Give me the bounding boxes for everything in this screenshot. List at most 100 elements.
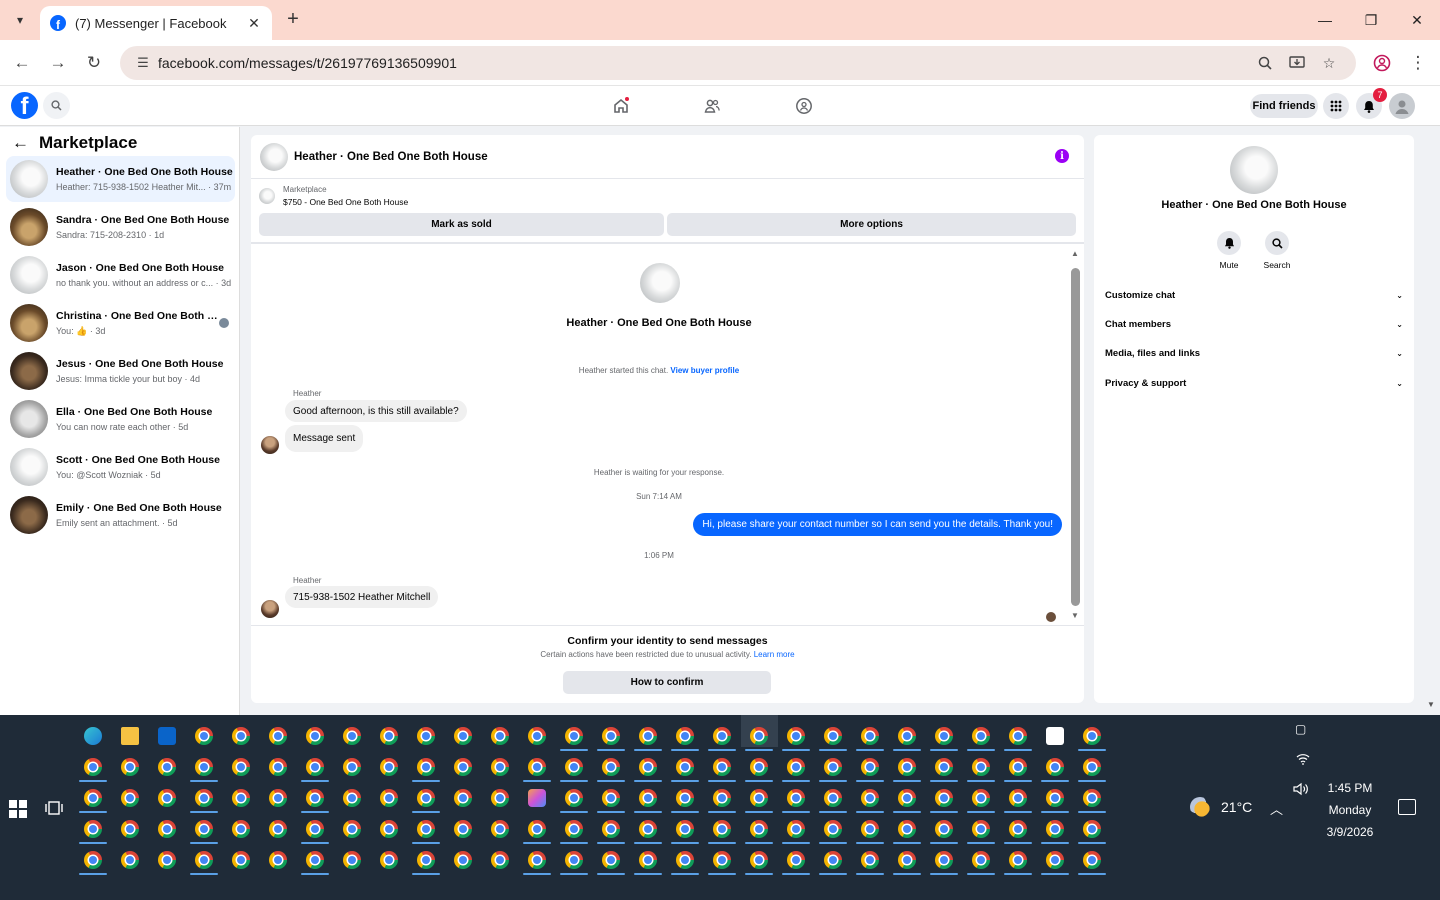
- chrome-icon[interactable]: [639, 851, 657, 869]
- chrome-icon[interactable]: [380, 727, 398, 745]
- chrome-icon[interactable]: [417, 727, 435, 745]
- chrome-icon[interactable]: [491, 789, 509, 807]
- task-view-icon[interactable]: [45, 800, 63, 816]
- chrome-icon[interactable]: [972, 820, 990, 838]
- weather-widget[interactable]: 21°C: [1190, 797, 1252, 817]
- chrome-icon[interactable]: [528, 820, 546, 838]
- site-settings-icon[interactable]: ☰: [134, 54, 152, 72]
- chrome-icon[interactable]: [121, 758, 139, 776]
- chrome-icon[interactable]: [602, 727, 620, 745]
- chrome-icon[interactable]: [84, 789, 102, 807]
- chrome-icon[interactable]: [121, 789, 139, 807]
- chrome-icon[interactable]: [1046, 851, 1064, 869]
- reload-icon[interactable]: ↻: [82, 51, 106, 75]
- chrome-icon[interactable]: [306, 789, 324, 807]
- chrome-icon[interactable]: [787, 727, 805, 745]
- friends-icon[interactable]: [701, 95, 723, 117]
- chrome-icon[interactable]: [121, 851, 139, 869]
- chrome-icon[interactable]: [1009, 727, 1027, 745]
- conversation-title[interactable]: Heather · One Bed One Both House: [294, 151, 488, 163]
- close-window-icon[interactable]: ✕: [1402, 8, 1432, 32]
- media-files-links-row[interactable]: Media, files and links ⌄: [1105, 343, 1403, 363]
- chrome-icon[interactable]: [195, 789, 213, 807]
- chat-item-ella[interactable]: Ella · One Bed One Both House You can no…: [6, 396, 235, 442]
- chrome-icon[interactable]: [1009, 758, 1027, 776]
- sender-avatar[interactable]: [261, 436, 279, 454]
- install-app-icon[interactable]: [1284, 50, 1310, 76]
- chrome-icon[interactable]: [565, 727, 583, 745]
- chat-item-scott[interactable]: Scott · One Bed One Both House You: @Sco…: [6, 444, 235, 490]
- view-buyer-profile-link[interactable]: View buyer profile: [670, 366, 739, 375]
- chrome-icon[interactable]: [639, 758, 657, 776]
- chrome-icon[interactable]: [417, 789, 435, 807]
- chrome-icon[interactable]: [972, 789, 990, 807]
- chrome-icon[interactable]: [1083, 789, 1101, 807]
- back-arrow-icon[interactable]: ←: [12, 133, 29, 153]
- chrome-icon[interactable]: [1046, 758, 1064, 776]
- chat-item-heather[interactable]: Heather · One Bed One Both House Heather…: [6, 156, 235, 202]
- mark-as-sold-button[interactable]: Mark as sold: [259, 213, 664, 236]
- wifi-icon[interactable]: [1296, 753, 1310, 768]
- chrome-icon[interactable]: [380, 851, 398, 869]
- chrome-icon[interactable]: [676, 789, 694, 807]
- outlook-icon[interactable]: [158, 727, 176, 745]
- chrome-icon[interactable]: [787, 820, 805, 838]
- chrome-icon[interactable]: [565, 851, 583, 869]
- chrome-icon[interactable]: [750, 789, 768, 807]
- chrome-icon[interactable]: [232, 851, 250, 869]
- chrome-icon[interactable]: [306, 820, 324, 838]
- chrome-icon[interactable]: [750, 851, 768, 869]
- chrome-icon[interactable]: [787, 851, 805, 869]
- chrome-icon[interactable]: [565, 758, 583, 776]
- chrome-icon[interactable]: [232, 789, 250, 807]
- find-friends-button[interactable]: Find friends: [1250, 94, 1318, 118]
- chrome-icon[interactable]: [602, 851, 620, 869]
- chrome-icon[interactable]: [380, 758, 398, 776]
- chrome-icon[interactable]: [454, 820, 472, 838]
- chrome-icon[interactable]: [343, 851, 361, 869]
- notification-center-icon[interactable]: [1398, 799, 1416, 815]
- chrome-icon[interactable]: [158, 820, 176, 838]
- chrome-icon[interactable]: [1046, 820, 1064, 838]
- chrome-icon[interactable]: [306, 851, 324, 869]
- scroll-down-arrow-icon[interactable]: ▼: [1071, 611, 1079, 620]
- chrome-icon[interactable]: [861, 789, 879, 807]
- chrome-icon[interactable]: [602, 758, 620, 776]
- close-tab-icon[interactable]: ✕: [246, 15, 262, 32]
- zoom-icon[interactable]: [1252, 50, 1278, 76]
- system-clock[interactable]: 1:45 PM Monday 3/9/2026: [1318, 777, 1382, 843]
- chrome-icon[interactable]: [306, 758, 324, 776]
- chrome-icon[interactable]: [306, 727, 324, 745]
- sender-avatar[interactable]: [261, 600, 279, 618]
- chrome-icon[interactable]: [1009, 820, 1027, 838]
- search-icon[interactable]: [43, 92, 70, 119]
- chrome-icon[interactable]: [676, 758, 694, 776]
- chrome-icon[interactable]: [824, 758, 842, 776]
- forward-arrow-icon[interactable]: →: [46, 51, 70, 75]
- chrome-icon[interactable]: [491, 820, 509, 838]
- facebook-logo-icon[interactable]: f: [11, 92, 38, 119]
- chrome-icon[interactable]: [1083, 820, 1101, 838]
- chrome-icon[interactable]: [269, 727, 287, 745]
- chrome-icon[interactable]: [898, 789, 916, 807]
- show-hidden-icons-chevron-icon[interactable]: ︿: [1270, 799, 1283, 818]
- chrome-icon[interactable]: [824, 820, 842, 838]
- bookmark-star-icon[interactable]: ☆: [1316, 50, 1342, 76]
- chrome-icon[interactable]: [232, 758, 250, 776]
- chrome-icon[interactable]: [602, 820, 620, 838]
- chrome-icon[interactable]: [713, 789, 731, 807]
- chrome-icon[interactable]: [935, 727, 953, 745]
- chrome-icon[interactable]: [713, 851, 731, 869]
- chrome-icon[interactable]: [639, 789, 657, 807]
- tab-search-chevron-icon[interactable]: ▾: [8, 8, 32, 32]
- chrome-icon[interactable]: [84, 851, 102, 869]
- file-explorer-icon[interactable]: [121, 727, 139, 745]
- chrome-icon[interactable]: [898, 820, 916, 838]
- chrome-icon[interactable]: [269, 820, 287, 838]
- back-arrow-icon[interactable]: ←: [10, 51, 34, 75]
- account-avatar[interactable]: [1389, 93, 1415, 119]
- chat-item-jason[interactable]: Jason · One Bed One Both House no thank …: [6, 252, 235, 298]
- chrome-icon[interactable]: [602, 789, 620, 807]
- chrome-icon[interactable]: [491, 851, 509, 869]
- copilot-icon[interactable]: [528, 789, 546, 807]
